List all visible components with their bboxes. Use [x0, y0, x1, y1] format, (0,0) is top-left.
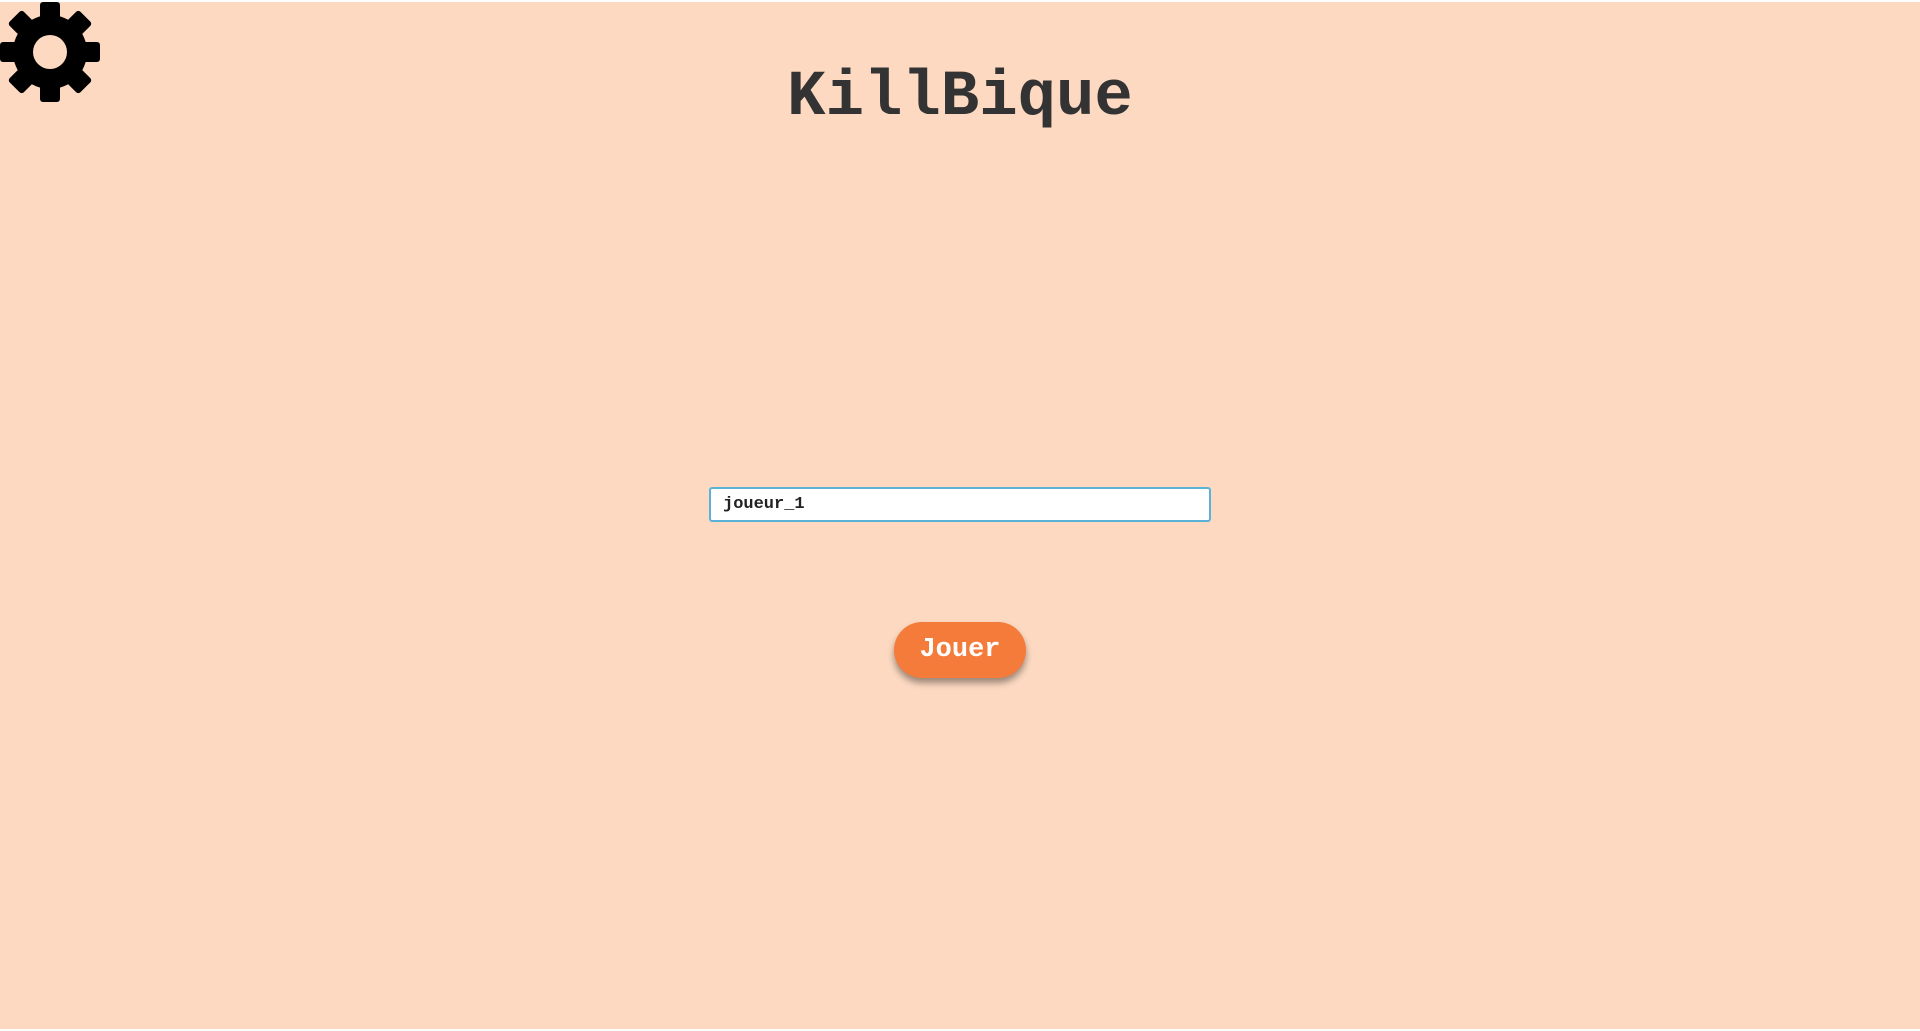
play-button[interactable]: Jouer: [894, 622, 1026, 678]
username-input[interactable]: [709, 487, 1211, 522]
page-title: KillBique: [787, 62, 1133, 134]
home-screen: KillBique Jouer: [0, 2, 1920, 1029]
